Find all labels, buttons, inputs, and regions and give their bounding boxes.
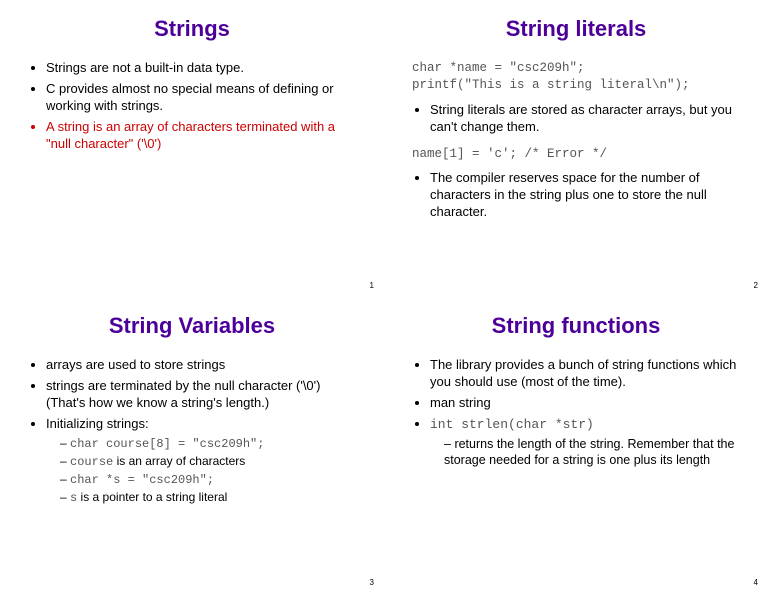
slide-title: Strings: [28, 16, 356, 42]
sub-item: char course[8] = "csc209h";: [60, 435, 356, 452]
sub-item: s is a pointer to a string literal: [60, 489, 356, 506]
code-inline: char *s = "csc209h";: [70, 473, 214, 487]
sub-item: returns the length of the string. Rememb…: [444, 436, 740, 470]
bullet-list: The library provides a bunch of string f…: [412, 357, 740, 469]
slide-title: String literals: [412, 16, 740, 42]
bullet-item: man string: [430, 395, 740, 412]
bullet-item-emphasis: A string is an array of characters termi…: [46, 119, 356, 153]
bullet-item: String literals are stored as character …: [430, 102, 740, 136]
code-inline: int strlen(char *str): [430, 417, 594, 432]
page-number: 2: [754, 281, 758, 290]
code-block: name[1] = 'c'; /* Error */: [412, 146, 740, 163]
code-block: char *name = "csc209h"; printf("This is …: [412, 60, 740, 94]
code-inline: char course[8] = "csc209h";: [70, 437, 264, 451]
sub-text: is a pointer to a string literal: [77, 490, 227, 504]
bullet-item: int strlen(char *str) returns the length…: [430, 416, 740, 470]
bullet-list: arrays are used to store strings strings…: [28, 357, 356, 506]
bullet-list: Strings are not a built-in data type. C …: [28, 60, 356, 152]
slide-string-functions: String functions The library provides a …: [384, 297, 768, 593]
sub-list: returns the length of the string. Rememb…: [430, 436, 740, 470]
slide-title: String Variables: [28, 313, 356, 339]
code-inline: course: [70, 455, 113, 469]
sub-text: is an array of characters: [113, 454, 245, 468]
bullet-item: C provides almost no special means of de…: [46, 81, 356, 115]
slide-strings: Strings Strings are not a built-in data …: [0, 0, 384, 296]
page-number: 1: [370, 281, 374, 290]
sub-list: char course[8] = "csc209h"; course is an…: [46, 435, 356, 507]
sub-item: char *s = "csc209h";: [60, 471, 356, 488]
sub-item: course is an array of characters: [60, 453, 356, 470]
bullet-item: strings are terminated by the null chara…: [46, 378, 356, 412]
bullet-item: The compiler reserves space for the numb…: [430, 170, 740, 221]
slide-title: String functions: [412, 313, 740, 339]
bullet-text: Initializing strings:: [46, 416, 149, 431]
bullet-list: String literals are stored as character …: [412, 102, 740, 136]
bullet-item: Strings are not a built-in data type.: [46, 60, 356, 77]
bullet-item: The library provides a bunch of string f…: [430, 357, 740, 391]
bullet-list: The compiler reserves space for the numb…: [412, 170, 740, 221]
bullet-item: Initializing strings: char course[8] = "…: [46, 416, 356, 507]
bullet-item: arrays are used to store strings: [46, 357, 356, 374]
page-number: 4: [754, 578, 758, 587]
slide-string-literals: String literals char *name = "csc209h"; …: [384, 0, 768, 296]
page-number: 3: [370, 578, 374, 587]
slide-string-variables: String Variables arrays are used to stor…: [0, 297, 384, 593]
